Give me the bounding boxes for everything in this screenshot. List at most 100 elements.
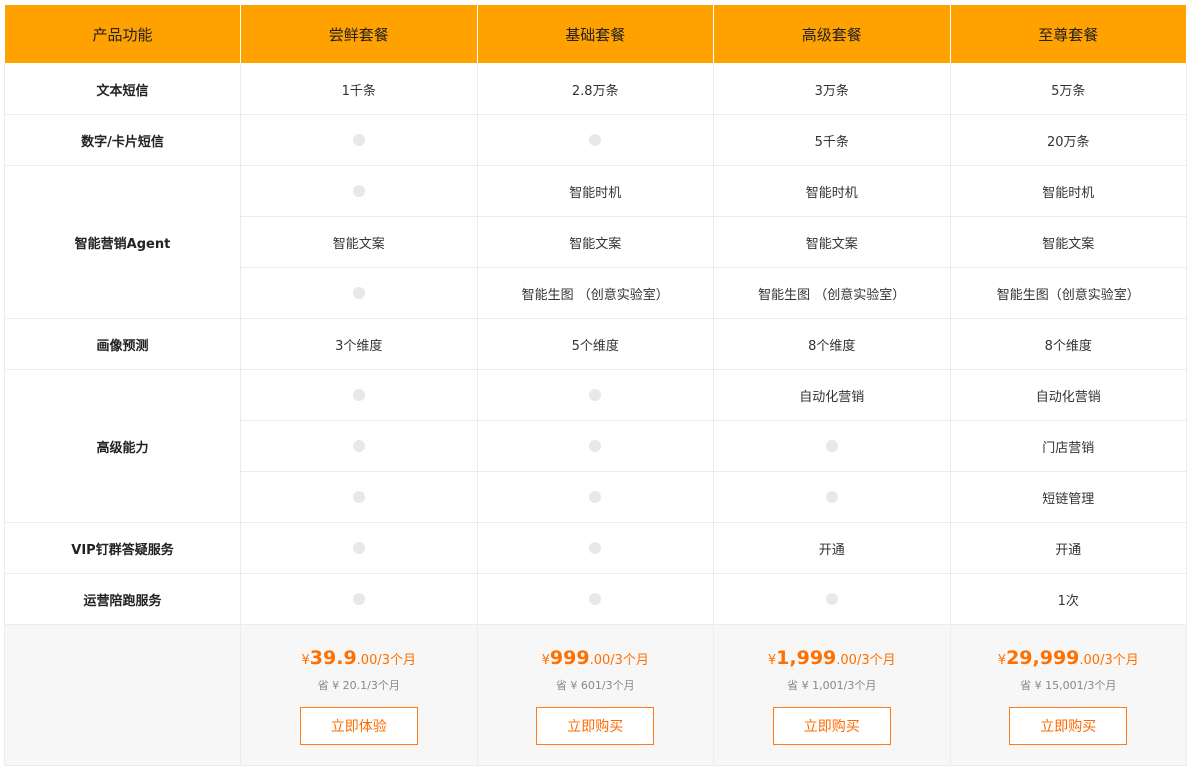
plan-price-cell: ¥999.00/3个月 省 ¥ 601/3个月 立即购买 xyxy=(476,624,714,766)
feature-value: 开通 xyxy=(713,522,951,574)
price-suffix: .00/3个月 xyxy=(356,653,416,668)
not-included-dot-icon xyxy=(589,491,602,503)
header-plan-supreme: 至尊套餐 xyxy=(949,4,1187,64)
not-included-cell xyxy=(240,165,478,217)
feature-value: 门店营销 xyxy=(949,420,1187,472)
feature-value: 自动化营销 xyxy=(949,369,1187,421)
table-row: 智能营销Agent 智能时机 智能时机 智能时机 xyxy=(4,165,1187,319)
table-row: 画像预测 3个维度 5个维度 8个维度 8个维度 xyxy=(4,318,1187,370)
not-included-dot-icon xyxy=(352,440,365,452)
not-included-cell xyxy=(713,471,951,523)
table-row: 数字/卡片短信 5千条 20万条 xyxy=(4,114,1187,166)
not-included-dot-icon xyxy=(589,134,602,146)
currency-symbol: ¥ xyxy=(301,653,310,668)
not-included-dot-icon xyxy=(352,134,365,146)
not-included-cell xyxy=(476,420,714,472)
not-included-dot-icon xyxy=(352,491,365,503)
plan-saving: 省 ¥ 1,001/3个月 xyxy=(787,679,877,692)
not-included-dot-icon xyxy=(825,491,838,503)
table-row: 高级能力 自动化营销 自动化营销 xyxy=(4,369,1187,523)
not-included-dot-icon xyxy=(589,389,602,401)
feature-value: 5万条 xyxy=(949,63,1187,115)
feature-value: 1次 xyxy=(949,573,1187,625)
not-included-dot-icon xyxy=(589,593,602,605)
feature-label: 文本短信 xyxy=(4,63,241,115)
not-included-cell xyxy=(240,471,478,523)
not-included-dot-icon xyxy=(352,287,365,299)
feature-value: 智能文案 xyxy=(949,216,1187,268)
not-included-cell xyxy=(713,420,951,472)
feature-label: VIP钉群答疑服务 xyxy=(4,522,241,574)
feature-label: 运营陪跑服务 xyxy=(4,573,241,625)
feature-value: 智能生图 （创意实验室） xyxy=(476,267,714,319)
table-header-row: 产品功能 尝鲜套餐 基础套餐 高级套餐 至尊套餐 xyxy=(4,4,1187,64)
feature-value: 智能文案 xyxy=(476,216,714,268)
not-included-dot-icon xyxy=(825,593,838,605)
feature-value: 3个维度 xyxy=(240,318,478,370)
feature-label: 智能营销Agent xyxy=(4,165,241,319)
feature-value: 智能生图 （创意实验室） xyxy=(713,267,951,319)
feature-value: 智能生图（创意实验室） xyxy=(949,267,1187,319)
try-now-button[interactable]: 立即体验 xyxy=(299,707,418,745)
not-included-dot-icon xyxy=(825,440,838,452)
table-row: 运营陪跑服务 1次 xyxy=(4,573,1187,625)
feature-value: 短链管理 xyxy=(949,471,1187,523)
header-feature: 产品功能 xyxy=(4,4,241,64)
not-included-cell xyxy=(476,573,714,625)
pricing-comparison: 产品功能 尝鲜套餐 基础套餐 高级套餐 至尊套餐 文本短信 1千条 2.8万条 3万… xyxy=(4,4,1187,766)
table-row: VIP钉群答疑服务 开通 开通 xyxy=(4,522,1187,574)
price-value: 1,999 xyxy=(776,647,837,669)
feature-value: 8个维度 xyxy=(949,318,1187,370)
feature-value: 智能时机 xyxy=(476,165,714,217)
feature-value: 2.8万条 xyxy=(476,63,714,115)
plan-price-cell: ¥39.9.00/3个月 省 ¥ 20.1/3个月 立即体验 xyxy=(240,624,478,766)
feature-value: 8个维度 xyxy=(713,318,951,370)
not-included-dot-icon xyxy=(589,440,602,452)
not-included-cell xyxy=(240,420,478,472)
plan-price-cell: ¥29,999.00/3个月 省 ¥ 15,001/3个月 立即购买 xyxy=(949,624,1187,766)
feature-value: 5千条 xyxy=(713,114,951,166)
feature-value: 5个维度 xyxy=(476,318,714,370)
not-included-cell xyxy=(476,522,714,574)
currency-symbol: ¥ xyxy=(541,653,550,668)
feature-label: 高级能力 xyxy=(4,369,241,523)
price-suffix: .00/3个月 xyxy=(836,653,896,668)
not-included-dot-icon xyxy=(589,542,602,554)
header-plan-basic: 基础套餐 xyxy=(476,4,714,64)
price-value: 999 xyxy=(549,647,590,669)
feature-value: 智能文案 xyxy=(713,216,951,268)
feature-value: 3万条 xyxy=(713,63,951,115)
not-included-cell xyxy=(240,114,478,166)
price-suffix: .00/3个月 xyxy=(1079,653,1139,668)
buy-now-button[interactable]: 立即购买 xyxy=(536,707,655,745)
plan-price: ¥1,999.00/3个月 xyxy=(714,647,950,669)
feature-value: 开通 xyxy=(949,522,1187,574)
feature-label: 画像预测 xyxy=(4,318,241,370)
plan-saving: 省 ¥ 601/3个月 xyxy=(555,679,635,692)
not-included-cell xyxy=(240,369,478,421)
not-included-dot-icon xyxy=(352,185,365,197)
not-included-cell xyxy=(240,573,478,625)
not-included-cell xyxy=(240,522,478,574)
price-value: 29,999 xyxy=(1006,647,1080,669)
feature-value: 自动化营销 xyxy=(713,369,951,421)
not-included-cell xyxy=(713,573,951,625)
not-included-cell xyxy=(240,267,478,319)
feature-label: 数字/卡片短信 xyxy=(4,114,241,166)
price-row-label xyxy=(4,624,241,766)
plan-price: ¥999.00/3个月 xyxy=(478,647,714,669)
buy-now-button[interactable]: 立即购买 xyxy=(772,707,891,745)
currency-symbol: ¥ xyxy=(767,653,777,668)
plan-saving: 省 ¥ 15,001/3个月 xyxy=(1020,679,1117,692)
feature-value: 20万条 xyxy=(949,114,1187,166)
pricing-table: 产品功能 尝鲜套餐 基础套餐 高级套餐 至尊套餐 文本短信 1千条 2.8万条 3万… xyxy=(4,4,1187,766)
plan-saving: 省 ¥ 20.1/3个月 xyxy=(317,679,400,692)
not-included-cell xyxy=(476,114,714,166)
not-included-dot-icon xyxy=(352,542,365,554)
feature-value: 1千条 xyxy=(240,63,478,115)
feature-value: 智能时机 xyxy=(713,165,951,217)
not-included-dot-icon xyxy=(352,593,365,605)
header-plan-trial: 尝鲜套餐 xyxy=(240,4,478,64)
header-plan-advanced: 高级套餐 xyxy=(713,4,951,64)
buy-now-button[interactable]: 立即购买 xyxy=(1009,707,1128,745)
